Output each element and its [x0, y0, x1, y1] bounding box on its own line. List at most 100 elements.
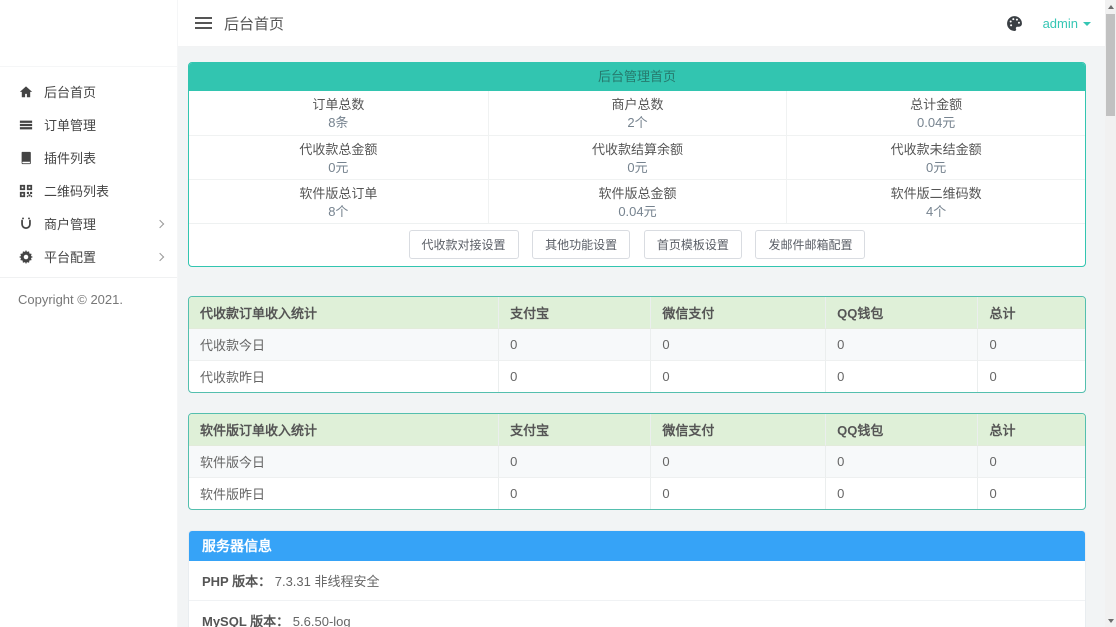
cell-value: 0: [498, 329, 651, 360]
sidebar-item-label: 商户管理: [44, 217, 97, 232]
stat-label: 软件版二维码数: [890, 186, 982, 201]
sidebar-item-merchants[interactable]: 商户管理: [0, 207, 177, 240]
overview-panel-title: 后台管理首页: [189, 63, 1085, 91]
hamburger-menu-icon[interactable]: [195, 14, 212, 32]
sidebar-item-qrcodes[interactable]: 二维码列表: [0, 174, 177, 207]
scrollbar-thumb[interactable]: [1106, 14, 1115, 116]
stat-value: 8个: [328, 204, 349, 219]
main-content: 后台管理首页 订单总数 8条 商户总数 2个 总计金额 0.04元 代收款总金额…: [178, 47, 1105, 627]
cell-value: 0: [498, 446, 651, 477]
stat-cell: 代收款总金额 0元: [189, 135, 488, 179]
server-info-label: PHP 版本：: [202, 574, 272, 589]
sidebar-item-home[interactable]: 后台首页: [0, 75, 177, 108]
caret-down-icon: [1083, 22, 1091, 26]
stat-label: 代收款结算余额: [591, 142, 683, 157]
sidebar: 后台首页 订单管理 插件列表 二维码列表 商户管理 平台配置 Copyright…: [0, 0, 178, 627]
server-info-value: 5.6.50-log: [292, 614, 351, 627]
sidebar-item-label: 平台配置: [44, 250, 97, 265]
cell-value: 0: [650, 446, 826, 477]
collection-api-settings-button[interactable]: 代收款对接设置: [408, 230, 519, 259]
sidebar-item-label: 二维码列表: [44, 184, 110, 199]
table-row: 代收款今日 0 0 0 0: [189, 329, 1085, 360]
stat-cell: 软件版总订单 8个: [189, 179, 488, 223]
merchant-icon: [18, 216, 33, 231]
stat-value: 0.04元: [917, 115, 956, 130]
stat-cell: 代收款结算余额 0元: [487, 135, 787, 179]
stat-value: 2个: [627, 115, 648, 130]
column-header: 总计: [977, 414, 1085, 446]
overview-actions: 代收款对接设置 其他功能设置 首页模板设置 发邮件邮箱配置: [189, 223, 1085, 266]
column-header: QQ钱包: [825, 414, 978, 446]
column-header: 总计: [977, 297, 1085, 329]
cell-value: 0: [977, 360, 1085, 392]
stat-value: 0元: [328, 160, 349, 175]
cell-value: 0: [825, 446, 978, 477]
username: admin: [1042, 15, 1078, 31]
server-info-row: MySQL 版本： 5.6.50-log: [189, 601, 1085, 627]
scroll-up-arrow[interactable]: [1105, 0, 1116, 13]
email-config-button[interactable]: 发邮件邮箱配置: [755, 230, 866, 259]
qrcode-icon: [18, 183, 33, 198]
stat-value: 0元: [926, 160, 947, 175]
palette-icon[interactable]: [1006, 15, 1023, 32]
cell-value: 0: [977, 446, 1085, 477]
stat-label: 软件版总金额: [598, 186, 677, 201]
server-info-title: 服务器信息: [189, 531, 1085, 561]
stat-value: 0元: [627, 160, 648, 175]
row-label: 软件版今日: [189, 446, 499, 477]
settings-icon: [18, 249, 33, 264]
sidebar-item-orders[interactable]: 订单管理: [0, 108, 177, 141]
vertical-scrollbar[interactable]: [1105, 0, 1116, 627]
copyright-text: Copyright © 2021.: [18, 292, 123, 307]
table-row: 软件版昨日 0 0 0 0: [189, 477, 1085, 509]
stat-value: 4个: [926, 204, 947, 219]
sidebar-item-plugins[interactable]: 插件列表: [0, 141, 177, 174]
cell-value: 0: [650, 360, 826, 392]
stat-label: 订单总数: [312, 97, 365, 112]
stat-label: 商户总数: [611, 97, 664, 112]
topbar: 后台首页 admin: [178, 0, 1105, 47]
server-info-label: MySQL 版本：: [202, 614, 290, 627]
user-dropdown[interactable]: admin: [1043, 16, 1091, 31]
cell-value: 0: [977, 477, 1085, 509]
stat-label: 代收款未结金额: [890, 142, 982, 157]
column-header: 支付宝: [498, 414, 651, 446]
column-header: 微信支付: [650, 297, 826, 329]
column-header: 支付宝: [498, 297, 651, 329]
row-label: 软件版昨日: [189, 477, 499, 509]
stat-value: 0.04元: [618, 204, 657, 219]
stat-label: 代收款总金额: [299, 142, 378, 157]
overview-panel: 后台管理首页 订单总数 8条 商户总数 2个 总计金额 0.04元 代收款总金额…: [188, 62, 1086, 267]
column-header: 微信支付: [650, 414, 826, 446]
stat-cell: 订单总数 8条: [189, 91, 488, 135]
orders-icon: [18, 117, 33, 132]
scroll-down-arrow[interactable]: [1105, 614, 1116, 627]
software-income-table: 软件版订单收入统计 支付宝 微信支付 QQ钱包 总计 软件版今日 0 0 0 0…: [188, 413, 1086, 510]
chevron-right-icon: [155, 219, 165, 228]
sidebar-item-platform-config[interactable]: 平台配置: [0, 240, 177, 273]
cell-value: 0: [977, 329, 1085, 360]
server-info-value: 7.3.31 非线程安全: [274, 574, 380, 589]
cell-value: 0: [650, 477, 826, 509]
cell-value: 0: [825, 360, 978, 392]
chevron-right-icon: [155, 252, 165, 261]
stat-cell: 商户总数 2个: [487, 91, 787, 135]
stats-grid: 订单总数 8条 商户总数 2个 总计金额 0.04元 代收款总金额 0元 代收款…: [189, 91, 1085, 223]
other-functions-settings-button[interactable]: 其他功能设置: [532, 230, 631, 259]
homepage-template-settings-button[interactable]: 首页模板设置: [643, 230, 742, 259]
table-row: 代收款昨日 0 0 0 0: [189, 360, 1085, 392]
stat-cell: 代收款未结金额 0元: [786, 135, 1085, 179]
table-header-row: 代收款订单收入统计 支付宝 微信支付 QQ钱包 总计: [189, 297, 1085, 329]
column-header: QQ钱包: [825, 297, 978, 329]
cell-value: 0: [650, 329, 826, 360]
page-title: 后台首页: [224, 15, 285, 33]
home-icon: [18, 84, 33, 99]
cell-value: 0: [498, 360, 651, 392]
plugins-icon: [18, 150, 33, 165]
server-info-row: PHP 版本： 7.3.31 非线程安全: [189, 561, 1085, 601]
stat-value: 8条: [328, 115, 349, 130]
cell-value: 0: [498, 477, 651, 509]
sidebar-header: [0, 0, 177, 67]
server-info-panel: 服务器信息 PHP 版本： 7.3.31 非线程安全 MySQL 版本： 5.6…: [188, 530, 1086, 627]
stat-cell: 软件版二维码数 4个: [786, 179, 1085, 223]
